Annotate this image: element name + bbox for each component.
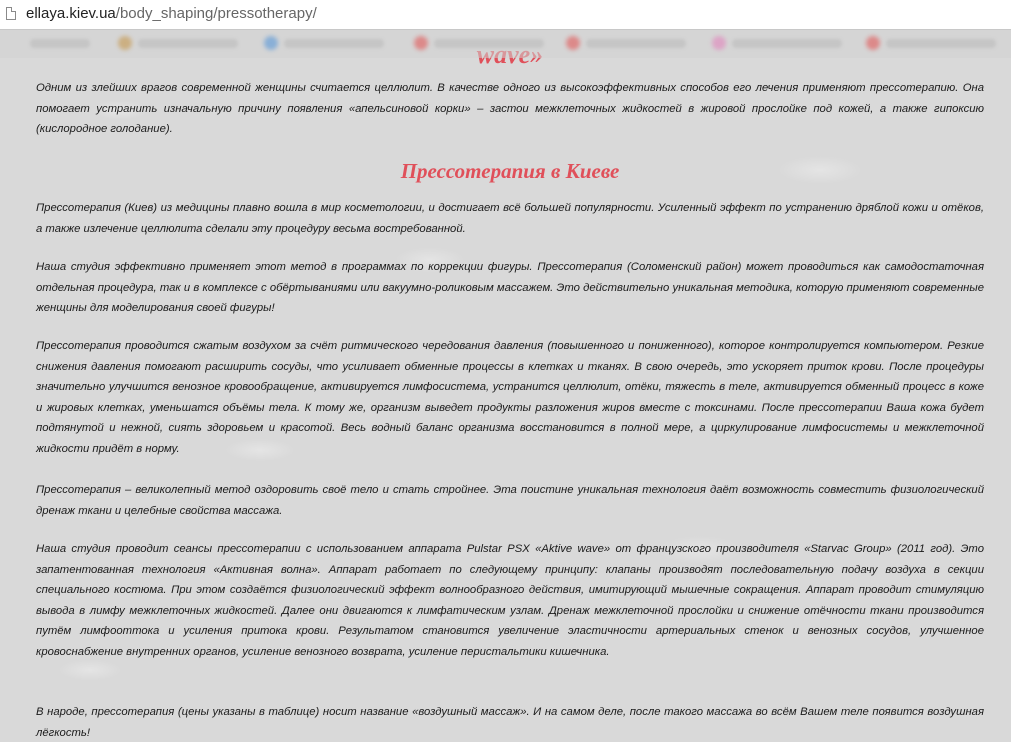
bookmark-icon: [866, 36, 880, 50]
bookmark-item[interactable]: [434, 39, 544, 48]
url-domain: ellaya.kiev.ua: [26, 5, 116, 22]
paragraph-4: Прессотерапия проводится сжатым воздухом…: [36, 340, 984, 455]
page-content: wave» Одним из злейших врагов современно…: [0, 30, 1011, 742]
address-bar[interactable]: ellaya.kiev.ua/body_shaping/pressotherap…: [0, 0, 1011, 30]
url-path: /body_shaping/pressotherapy/: [115, 5, 317, 22]
section-title: Прессотерапия в Киеве: [400, 159, 620, 183]
bookmark-icon: [118, 36, 132, 50]
bookmark-item[interactable]: [732, 39, 842, 48]
bookmark-icon: [712, 36, 726, 50]
url-text[interactable]: ellaya.kiev.ua/body_shaping/pressotherap…: [26, 5, 317, 22]
paragraph-2: Прессотерапия (Киев) из медицины плавно …: [36, 202, 984, 235]
paragraph-6: Наша студия проводит сеансы прессотерапи…: [36, 543, 984, 658]
bookmark-icon: [264, 36, 278, 50]
bookmarks-bar: [0, 30, 1011, 58]
paragraph-5: Прессотерапия – великолепный метод оздор…: [36, 484, 984, 517]
page-icon: [6, 7, 16, 20]
bookmark-icon: [566, 36, 580, 50]
bookmark-item[interactable]: [586, 39, 686, 48]
bookmark-item[interactable]: [138, 39, 238, 48]
paragraph-7: В народе, прессотерапия (цены указаны в …: [36, 706, 984, 739]
bookmark-item[interactable]: [886, 39, 996, 48]
intro-paragraph: Одним из злейших врагов современной женщ…: [36, 82, 984, 136]
bookmark-item[interactable]: [284, 39, 384, 48]
bookmark-item[interactable]: [30, 39, 90, 48]
paragraph-3: Наша студия эффективно применяет этот ме…: [36, 261, 984, 315]
bookmark-icon: [414, 36, 428, 50]
